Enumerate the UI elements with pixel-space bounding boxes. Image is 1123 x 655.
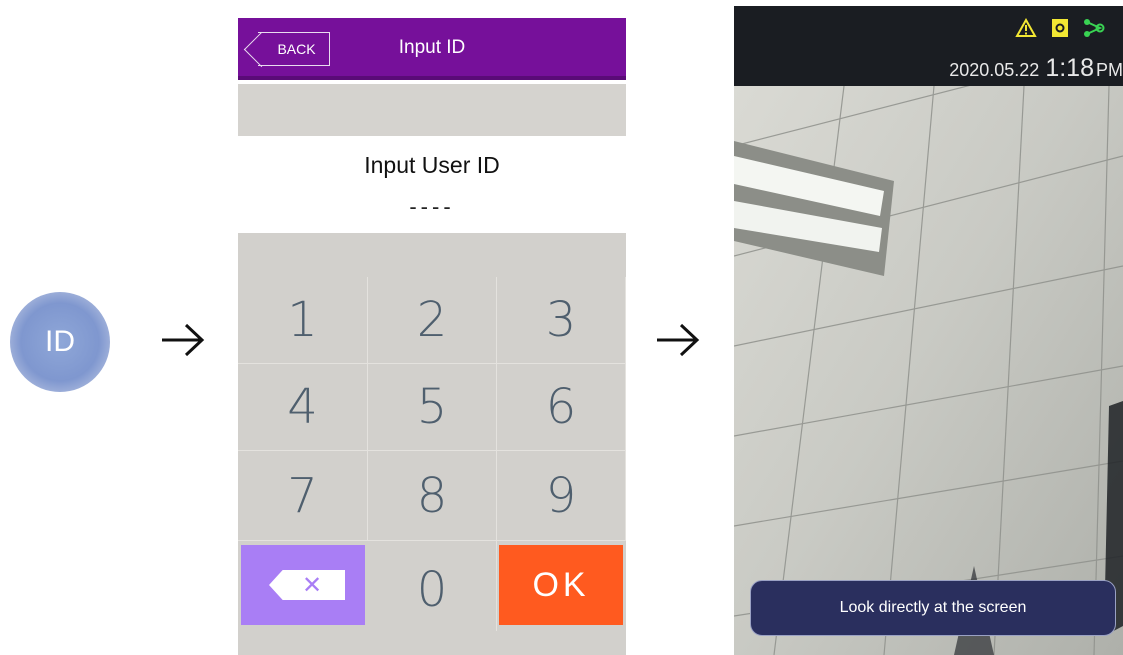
id-input-display: ---- <box>409 194 455 219</box>
time-label: 1:18 <box>1045 54 1094 82</box>
header-bar: BACK Input ID <box>238 18 626 80</box>
key-2[interactable]: 2 <box>368 277 497 364</box>
ok-button[interactable]: OK <box>499 545 623 625</box>
header-spacer <box>238 84 626 136</box>
id-badge[interactable]: ID <box>10 292 110 392</box>
key-9[interactable]: 9 <box>497 451 626 541</box>
key-7[interactable]: 7 <box>238 451 368 541</box>
backspace-icon: ✕ <box>269 570 345 600</box>
key-8[interactable]: 8 <box>368 451 497 541</box>
status-icons <box>1015 17 1105 42</box>
arrow-right-icon <box>655 322 701 358</box>
date-time: 2020.05.22 1:18 PM <box>949 54 1123 83</box>
key-1[interactable]: 1 <box>238 277 368 364</box>
status-bar: 2020.05.22 1:18 PM <box>734 6 1123 86</box>
delete-button[interactable]: ✕ <box>241 545 365 625</box>
door-icon <box>1051 18 1069 42</box>
key-5[interactable]: 5 <box>368 364 497 451</box>
arrow-right-icon <box>160 322 206 358</box>
face-capture-screen: 2020.05.22 1:18 PM Look directly at the sc… <box>734 6 1123 655</box>
date-label: 2020.05.22 <box>949 60 1040 80</box>
key-3[interactable]: 3 <box>497 277 626 364</box>
warning-icon <box>1015 17 1037 42</box>
id-badge-label: ID <box>45 325 75 358</box>
key-6[interactable]: 6 <box>497 364 626 451</box>
numeric-keypad: 1 2 3 4 5 6 7 8 9 ✕ 0 OK <box>238 233 626 655</box>
instruction-banner: Look directly at the screen <box>750 580 1116 636</box>
input-prompt: Input User ID <box>364 152 500 178</box>
key-4[interactable]: 4 <box>238 364 368 451</box>
network-icon <box>1083 18 1105 42</box>
id-input-screen: BACK Input ID Input User ID ---- 1 2 3 4… <box>238 18 626 655</box>
workflow-stage: ID BACK Input ID Input User ID ---- 1 2 … <box>0 0 1123 655</box>
key-0[interactable]: 0 <box>368 541 497 631</box>
camera-feed <box>734 6 1123 655</box>
page-title: Input ID <box>398 37 466 58</box>
ampm-label: PM <box>1096 60 1123 80</box>
